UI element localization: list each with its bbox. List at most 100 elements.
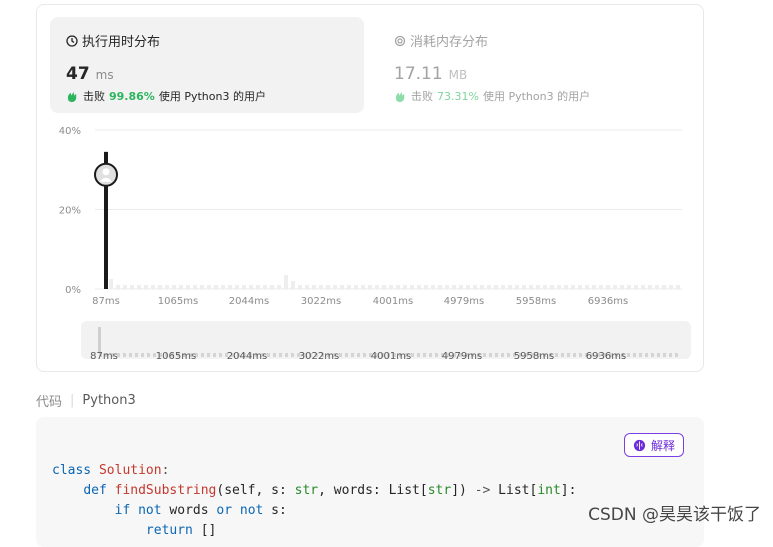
divider: | (70, 393, 75, 408)
x-tick-label: 5958ms (516, 296, 556, 307)
distribution-bar (361, 285, 365, 289)
distribution-bar (620, 285, 624, 289)
slider-mini-bar (213, 353, 216, 357)
distribution-bar (403, 285, 407, 289)
distribution-bar (606, 285, 610, 289)
x-tick-label: 2044ms (229, 296, 269, 307)
distribution-bar (410, 285, 414, 289)
distribution-bar (466, 285, 470, 289)
slider-mini-bar (135, 353, 138, 357)
distribution-bar (242, 285, 246, 289)
slider-mini-bar (651, 353, 654, 357)
distribution-bar (298, 285, 302, 289)
distribution-bar (529, 285, 533, 289)
slider-mini-bar (279, 353, 282, 357)
distribution-bar (263, 285, 267, 289)
distribution-bar (228, 285, 232, 289)
distribution-bar (585, 285, 589, 289)
distribution-bar (508, 285, 512, 289)
distribution-bar (417, 285, 421, 289)
slider-tick-label: 1065ms (156, 351, 196, 362)
distribution-bar (116, 285, 120, 289)
distribution-bar (543, 285, 547, 289)
slider-mini-bar (267, 353, 270, 357)
slider-mini-bar (657, 353, 660, 357)
slider-tick-label: 3022ms (299, 351, 339, 362)
distribution-bar (130, 285, 134, 289)
distribution-bar (501, 285, 505, 289)
slider-mini-bar (201, 353, 204, 357)
distribution-bar (648, 285, 652, 289)
slider-tick-label: 4001ms (371, 351, 411, 362)
distribution-bar (431, 285, 435, 289)
slider-mini-bar (345, 353, 348, 357)
slider-mini-bar (219, 353, 222, 357)
distribution-bar (487, 285, 491, 289)
distribution-bar (172, 285, 176, 289)
distribution-bar (123, 285, 127, 289)
slider-mini-bar (423, 353, 426, 357)
slider-mini-bar (357, 353, 360, 357)
slider-mini-bar (129, 353, 132, 357)
slider-mini-bar (489, 353, 492, 357)
distribution-bar (480, 285, 484, 289)
slider-mini-bar (417, 353, 420, 357)
distribution-bar (284, 275, 288, 289)
distribution-bar (291, 281, 295, 289)
code-text[interactable]: class Solution: def findSubstring(self, … (52, 461, 576, 541)
slider-mini-bar (579, 353, 582, 357)
slider-tick-label: 4979ms (442, 351, 482, 362)
distribution-bar (137, 285, 141, 289)
distribution-bar (641, 285, 645, 289)
x-tick-label: 4001ms (373, 296, 413, 307)
y-tick-label: 0% (65, 285, 81, 296)
brain-icon (633, 439, 646, 451)
distribution-bar (382, 285, 386, 289)
slider-mini-bar (501, 353, 504, 357)
distribution-bar (165, 285, 169, 289)
distribution-bar (634, 285, 638, 289)
slider-mini-bar (663, 353, 666, 357)
slider-mini-bar (561, 353, 564, 357)
distribution-bar (662, 285, 666, 289)
distribution-bar (669, 285, 673, 289)
distribution-bar (347, 285, 351, 289)
distribution-bar (522, 285, 526, 289)
slider-mini-bar (675, 353, 678, 357)
x-tick-label: 87ms (92, 296, 120, 307)
code-block[interactable]: 解释 class Solution: def findSubstring(sel… (36, 417, 704, 547)
distribution-bar (459, 285, 463, 289)
distribution-bar (235, 285, 239, 289)
distribution-bar (571, 285, 575, 289)
x-tick-label: 6936ms (588, 296, 628, 307)
code-label: 代码 (36, 395, 63, 410)
slider-mini-bar (147, 353, 150, 357)
slider-mini-bar (555, 353, 558, 357)
slider-mini-bar (285, 353, 288, 357)
x-tick-label: 3022ms (301, 296, 341, 307)
explain-button[interactable]: 解释 (623, 433, 684, 457)
distribution-bar (326, 285, 330, 289)
slider-mini-bar (141, 353, 144, 357)
code-line: def findSubstring(self, s: str, words: L… (83, 483, 577, 498)
slider-mini-bar (411, 353, 414, 357)
slider-mini-bar (627, 353, 630, 357)
slider-mini-bar (639, 353, 642, 357)
slider-mini-bar (351, 353, 354, 357)
distribution-bar (249, 285, 253, 289)
distribution-bar (564, 285, 568, 289)
distribution-bar (214, 285, 218, 289)
distribution-bar (452, 285, 456, 289)
distribution-bar (375, 285, 379, 289)
distribution-bar (557, 285, 561, 289)
runtime-distribution-chart[interactable]: 40% 20% 0% 87ms 1065ms 2044ms 3022ms 4001ms 4979… (37, 5, 705, 373)
slider-handle (98, 327, 101, 353)
distribution-bar (158, 285, 162, 289)
distribution-card: 执行用时分布 47 ms 击败 99.86% 使用 Python3 的用户 消耗… (36, 4, 704, 372)
distribution-bar (207, 285, 211, 289)
code-line: return [] (145, 523, 217, 538)
slider-tick-label: 87ms (90, 351, 118, 362)
distribution-bar (473, 285, 477, 289)
slider-mini-bar (573, 353, 576, 357)
slider-mini-bar (291, 353, 294, 357)
